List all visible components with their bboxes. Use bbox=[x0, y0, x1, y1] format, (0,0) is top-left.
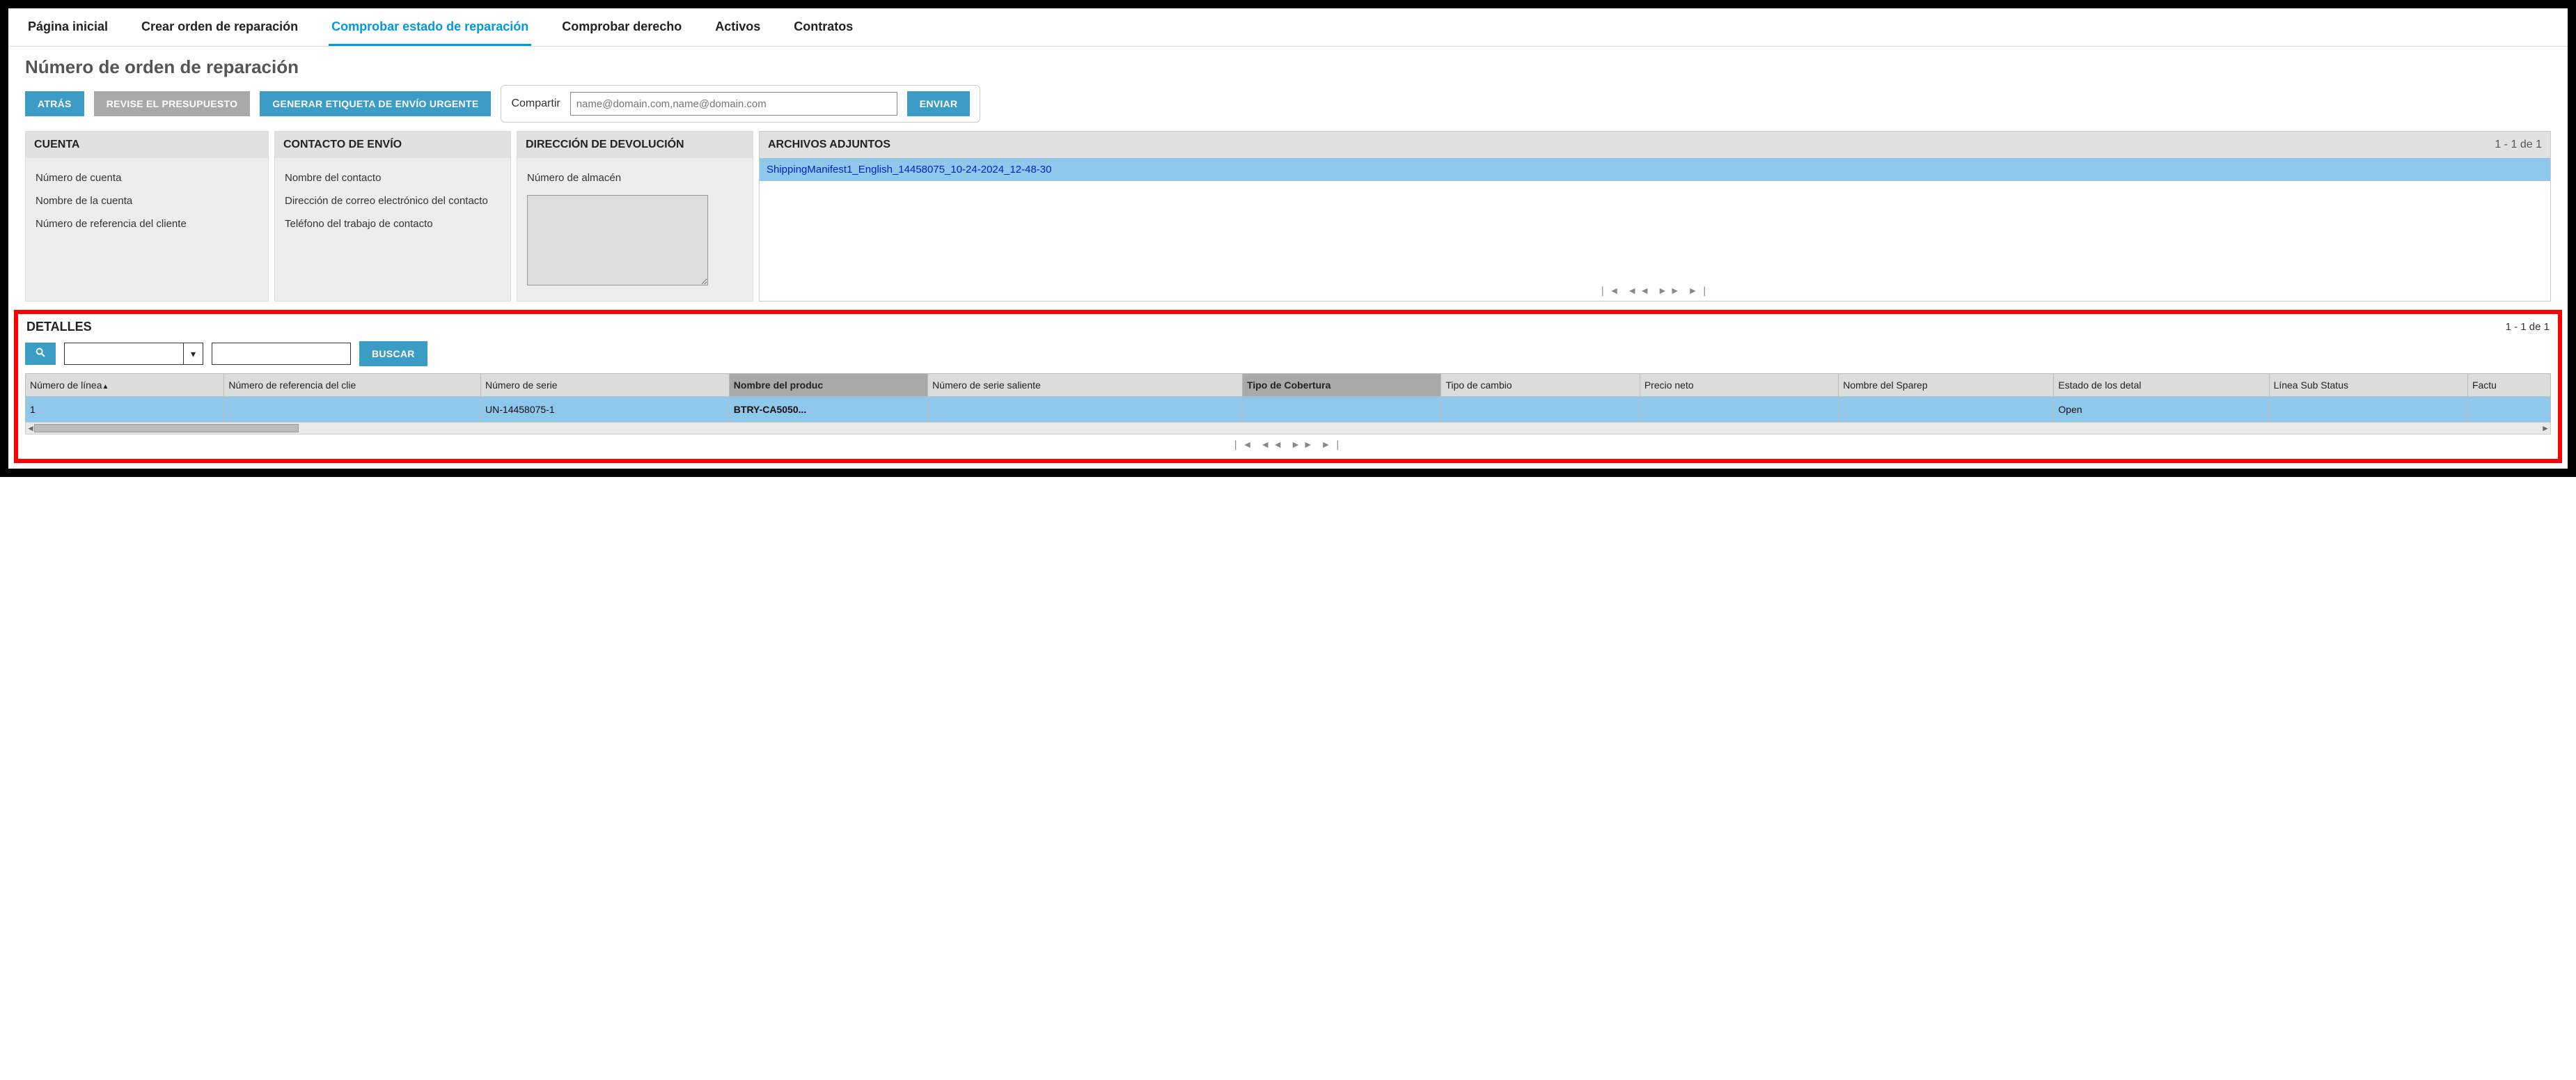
back-button[interactable]: ATRÁS bbox=[25, 91, 84, 116]
col-line-number[interactable]: Número de línea▲ bbox=[26, 374, 224, 397]
attachments-count: 1 - 1 de 1 bbox=[2495, 139, 2542, 151]
attachments-pager[interactable]: ❘◄ ◄◄ ►► ►❘ bbox=[760, 285, 2550, 297]
col-exchange-type[interactable]: Tipo de cambio bbox=[1441, 374, 1640, 397]
tab-contracts[interactable]: Contratos bbox=[791, 13, 856, 46]
details-table: Número de línea▲ Número de referencia de… bbox=[25, 373, 2551, 423]
search-value-input[interactable] bbox=[212, 343, 351, 365]
search-field-input[interactable] bbox=[65, 343, 183, 364]
cell-line: 1 bbox=[26, 397, 224, 423]
table-row[interactable]: 1 UN-14458075-1 BTRY-CA5050... Open bbox=[26, 397, 2551, 423]
contact-phone-label: Teléfono del trabajo de contacto bbox=[285, 218, 501, 230]
cell-product: BTRY-CA5050... bbox=[729, 397, 927, 423]
tab-check-entitlement[interactable]: Comprobar derecho bbox=[559, 13, 684, 46]
contact-name-label: Nombre del contacto bbox=[285, 172, 501, 184]
cell-invoice bbox=[2467, 397, 2550, 423]
cell-net bbox=[1640, 397, 1838, 423]
action-bar: ATRÁS REVISE EL PRESUPUESTO GENERAR ETIQ… bbox=[8, 85, 2568, 131]
details-count: 1 - 1 de 1 bbox=[2506, 321, 2550, 333]
account-name-label: Nombre de la cuenta bbox=[36, 195, 258, 207]
horizontal-scrollbar[interactable]: ◄ ► bbox=[25, 422, 2551, 435]
search-icon-button[interactable] bbox=[25, 343, 56, 365]
col-sparep-name[interactable]: Nombre del Sparep bbox=[1839, 374, 2054, 397]
details-search-row: ▾ BUSCAR bbox=[25, 341, 2551, 366]
top-nav-tabs: Página inicial Crear orden de reparación… bbox=[8, 13, 2568, 47]
cell-out-serial bbox=[928, 397, 1243, 423]
share-panel: Compartir ENVIAR bbox=[501, 85, 980, 123]
return-address-textarea[interactable] bbox=[527, 195, 708, 285]
generate-shipping-label-button[interactable]: GENERAR ETIQUETA DE ENVÍO URGENTE bbox=[260, 91, 491, 116]
attachments-panel: ARCHIVOS ADJUNTOS 1 - 1 de 1 ShippingMan… bbox=[759, 131, 2551, 302]
sort-asc-icon: ▲ bbox=[102, 383, 109, 391]
return-address-title: DIRECCIÓN DE DEVOLUCIÓN bbox=[517, 132, 753, 158]
col-coverage-type[interactable]: Tipo de Cobertura bbox=[1243, 374, 1441, 397]
send-button[interactable]: ENVIAR bbox=[907, 91, 971, 116]
chevron-down-icon[interactable]: ▾ bbox=[183, 343, 203, 364]
col-product-name[interactable]: Nombre del produc bbox=[729, 374, 927, 397]
cell-exchange bbox=[1441, 397, 1640, 423]
details-section-highlight: DETALLES 1 - 1 de 1 ▾ BUSCAR bbox=[14, 310, 2562, 463]
col-net-price[interactable]: Precio neto bbox=[1640, 374, 1838, 397]
cell-substatus bbox=[2269, 397, 2467, 423]
details-title: DETALLES bbox=[26, 320, 92, 334]
cell-coverage bbox=[1243, 397, 1441, 423]
warehouse-number-label: Número de almacén bbox=[527, 172, 743, 184]
account-number-label: Número de cuenta bbox=[36, 172, 258, 184]
cell-status: Open bbox=[2054, 397, 2269, 423]
col-detail-status[interactable]: Estado de los detal bbox=[2054, 374, 2269, 397]
scrollbar-thumb[interactable] bbox=[34, 424, 299, 432]
search-icon bbox=[35, 347, 46, 361]
account-panel-title: CUENTA bbox=[26, 132, 268, 158]
details-pager[interactable]: ❘◄ ◄◄ ►► ►❘ bbox=[25, 435, 2551, 452]
tab-create-order[interactable]: Crear orden de reparación bbox=[139, 13, 301, 46]
cell-sparep bbox=[1839, 397, 2054, 423]
return-address-panel: DIRECCIÓN DE DEVOLUCIÓN Número de almacé… bbox=[517, 131, 753, 302]
attachment-link[interactable]: ShippingManifest1_English_14458075_10-24… bbox=[760, 158, 2550, 181]
shipping-contact-title: CONTACTO DE ENVÍO bbox=[275, 132, 510, 158]
customer-reference-label: Número de referencia del cliente bbox=[36, 218, 258, 230]
contact-email-label: Dirección de correo electrónico del cont… bbox=[285, 195, 501, 207]
col-customer-ref[interactable]: Número de referencia del clie bbox=[224, 374, 481, 397]
col-invoice[interactable]: Factu bbox=[2467, 374, 2550, 397]
col-serial-number[interactable]: Número de serie bbox=[481, 374, 730, 397]
cell-serial: UN-14458075-1 bbox=[481, 397, 730, 423]
review-quote-button[interactable]: REVISE EL PRESUPUESTO bbox=[94, 91, 251, 116]
cell-cust-ref bbox=[224, 397, 481, 423]
page-title: Número de orden de reparación bbox=[8, 47, 2568, 85]
attachments-title: ARCHIVOS ADJUNTOS bbox=[768, 139, 890, 151]
scroll-right-icon[interactable]: ► bbox=[2540, 423, 2550, 434]
search-field-combo[interactable]: ▾ bbox=[64, 343, 203, 365]
share-email-input[interactable] bbox=[570, 92, 897, 116]
shipping-contact-panel: CONTACTO DE ENVÍO Nombre del contacto Di… bbox=[274, 131, 511, 302]
search-button[interactable]: BUSCAR bbox=[359, 341, 427, 366]
tab-check-status[interactable]: Comprobar estado de reparación bbox=[329, 13, 531, 46]
share-label: Compartir bbox=[511, 97, 560, 110]
account-panel: CUENTA Número de cuenta Nombre de la cue… bbox=[25, 131, 269, 302]
tab-home[interactable]: Página inicial bbox=[25, 13, 111, 46]
tab-assets[interactable]: Activos bbox=[712, 13, 763, 46]
col-line-sub-status[interactable]: Línea Sub Status bbox=[2269, 374, 2467, 397]
col-outgoing-serial[interactable]: Número de serie saliente bbox=[928, 374, 1243, 397]
